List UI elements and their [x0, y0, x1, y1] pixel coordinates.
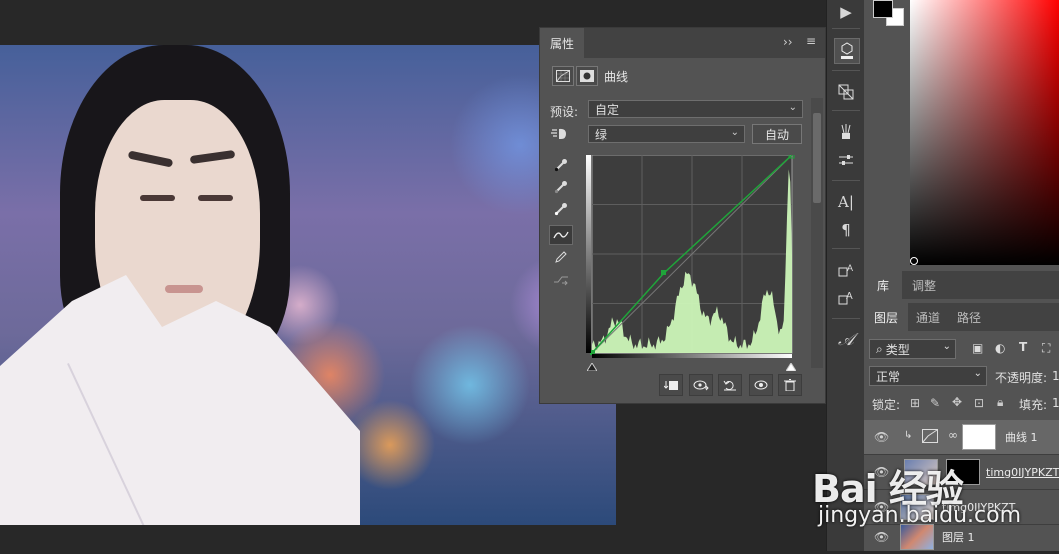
- fill-value[interactable]: 1: [1052, 396, 1059, 410]
- glyph-icon[interactable]: 𝒜: [834, 328, 858, 352]
- reset-icon[interactable]: [718, 374, 742, 396]
- smooth-icon[interactable]: [550, 271, 572, 289]
- color-picker-field[interactable]: [910, 0, 1059, 265]
- clipping-indicator-icon: ↳: [904, 430, 913, 441]
- trash-icon[interactable]: [778, 374, 802, 396]
- properties-scrollbar[interactable]: [811, 98, 823, 368]
- chevron-down-icon: ⌄: [730, 127, 739, 138]
- auto-button[interactable]: 自动: [752, 124, 802, 144]
- tab-layers[interactable]: 图层: [864, 303, 908, 331]
- portrait-eye: [140, 195, 175, 201]
- white-point-slider[interactable]: [785, 360, 797, 372]
- eyedropper-black-icon[interactable]: [550, 156, 572, 174]
- lock-transparent-icon[interactable]: ⊞: [910, 396, 920, 410]
- type-filter-icon[interactable]: T: [1019, 340, 1027, 354]
- lock-label: 锁定:: [872, 398, 901, 412]
- properties-panel: 属性 ›› ≡ 曲线 预设: 自定 ⌄ 绿 ⌄ 自动: [539, 27, 826, 404]
- expand-icon[interactable]: ››: [783, 35, 793, 49]
- curves-icon: [922, 429, 938, 446]
- mask-icon[interactable]: [576, 66, 598, 86]
- preset-label: 预设:: [550, 105, 579, 119]
- curves-icon[interactable]: [552, 66, 574, 86]
- portrait-lips: [165, 285, 203, 293]
- document-canvas[interactable]: [0, 45, 616, 525]
- lock-artboard-icon[interactable]: ⊡: [974, 396, 984, 410]
- paragraph-icon[interactable]: ¶: [834, 218, 858, 242]
- curve-point-mid: [661, 270, 666, 275]
- clip-to-layer-icon[interactable]: [659, 374, 683, 396]
- properties-bottom-bar: [540, 368, 825, 400]
- tab-properties[interactable]: 属性: [540, 28, 584, 58]
- svg-text:A: A: [846, 291, 853, 302]
- clone-source-icon[interactable]: [834, 80, 858, 104]
- watermark-url: jingyan.baidu.com: [818, 503, 1022, 528]
- image-filter-icon[interactable]: ▣: [972, 341, 983, 355]
- library-tabbar: 库 调整: [864, 271, 1059, 299]
- curve-graph[interactable]: [586, 152, 796, 358]
- character-style-icon[interactable]: A: [834, 258, 858, 282]
- visibility-icon[interactable]: [749, 374, 773, 396]
- link-icon[interactable]: ∞: [948, 428, 958, 442]
- panel-menu-icon[interactable]: ≡: [806, 34, 816, 48]
- layer-mask-thumbnail[interactable]: [962, 424, 996, 450]
- blend-mode-select[interactable]: 正常 ⌄: [869, 366, 987, 386]
- brush-settings-icon[interactable]: [834, 120, 858, 144]
- layer-filter-value: 类型: [885, 342, 910, 357]
- foreground-color-swatch[interactable]: [873, 0, 893, 18]
- fill-label: 填充:: [1019, 398, 1048, 412]
- tab-channels[interactable]: 通道: [908, 303, 948, 331]
- color-picker-cursor[interactable]: [910, 257, 918, 265]
- shape-filter-icon[interactable]: ⛶: [1042, 341, 1050, 356]
- adjustment-title: 曲线: [604, 70, 629, 84]
- paragraph-style-icon[interactable]: A: [834, 286, 858, 310]
- tab-paths[interactable]: 路径: [948, 303, 990, 331]
- pencil-icon[interactable]: [550, 248, 572, 266]
- blend-mode-value: 正常: [876, 369, 901, 384]
- adjustment-filter-icon[interactable]: ◐: [995, 341, 1005, 355]
- chevron-down-icon: ⌄: [942, 341, 951, 352]
- view-previous-icon[interactable]: [689, 374, 713, 396]
- layer-name[interactable]: 曲线 1: [1005, 420, 1038, 454]
- layer-name[interactable]: timg0IJYPKZT: [986, 455, 1059, 489]
- tab-adjustments[interactable]: 调整: [904, 271, 944, 299]
- eyedropper-white-icon[interactable]: [550, 200, 572, 218]
- portrait-eye: [198, 195, 233, 201]
- lock-pixels-icon[interactable]: ✎: [930, 396, 940, 410]
- layer-row[interactable]: 👁︎ ↳ ∞ 曲线 1: [864, 420, 1059, 455]
- black-point-slider[interactable]: [586, 360, 598, 372]
- channel-select[interactable]: 绿 ⌄: [588, 125, 745, 143]
- svg-text:A: A: [847, 263, 853, 273]
- channel-value: 绿: [595, 127, 608, 142]
- opacity-value[interactable]: 1: [1052, 369, 1059, 383]
- preset-value: 自定: [595, 102, 620, 117]
- character-icon[interactable]: A|: [834, 190, 858, 214]
- curve-point-icon[interactable]: [549, 225, 573, 245]
- chevron-down-icon: ⌄: [973, 368, 982, 379]
- hand-adjust-icon[interactable]: [548, 125, 570, 143]
- play-icon[interactable]: ▶: [834, 0, 858, 24]
- 3d-icon[interactable]: [834, 38, 860, 64]
- eyedropper-gray-icon[interactable]: [550, 178, 572, 196]
- adjustments-icon[interactable]: [834, 148, 858, 172]
- scroll-thumb[interactable]: [813, 113, 821, 203]
- chevron-down-icon: ⌄: [788, 102, 797, 113]
- properties-tabbar: 属性 ›› ≡: [540, 28, 825, 58]
- search-icon: ⌕: [876, 341, 883, 356]
- layers-tabbar: 图层 通道 路径: [864, 303, 1059, 331]
- lock-position-icon[interactable]: ✥: [952, 395, 962, 409]
- opacity-label: 不透明度:: [995, 371, 1048, 385]
- preset-select[interactable]: 自定 ⌄: [588, 100, 803, 118]
- lock-all-icon[interactable]: 🔒︎: [997, 395, 1003, 410]
- tab-library[interactable]: 库: [864, 271, 902, 299]
- layer-filter-select[interactable]: ⌕ 类型 ⌄: [869, 339, 956, 359]
- visibility-icon[interactable]: 👁︎: [874, 420, 889, 454]
